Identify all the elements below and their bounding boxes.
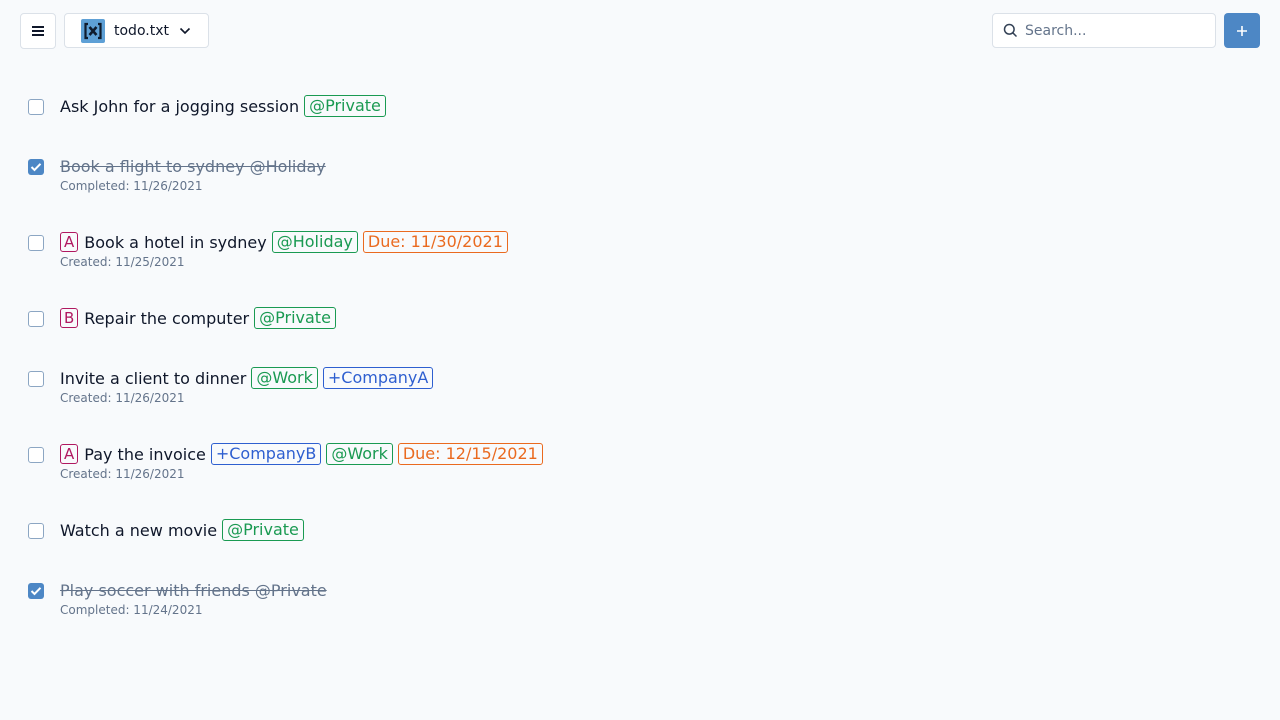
- search-icon: [1003, 23, 1018, 38]
- project-tag[interactable]: +CompanyB: [210, 443, 322, 465]
- priority-badge[interactable]: B: [60, 308, 79, 328]
- task-line: Invite a client to dinner @Work +Company…: [60, 367, 434, 389]
- task-checkbox[interactable]: [28, 371, 44, 387]
- task-text: Invite a client to dinner: [60, 368, 247, 388]
- task-line: Book a flight to sydney @Holiday: [60, 155, 326, 177]
- task-checkbox[interactable]: [28, 583, 44, 599]
- task-line: Watch a new movie @Private: [60, 519, 304, 541]
- task-text: Ask John for a jogging session: [60, 96, 300, 116]
- created-date: Created: 11/25/2021: [60, 255, 185, 269]
- chevron-down-icon: [179, 27, 191, 35]
- task-line: Play soccer with friends @Private: [60, 579, 327, 601]
- context-tag[interactable]: @Work: [251, 367, 318, 389]
- file-selector-button[interactable]: todo.txt: [64, 13, 209, 48]
- task-text: Watch a new movie: [60, 520, 218, 540]
- menu-button[interactable]: [20, 13, 56, 49]
- checkmark-icon: [30, 163, 42, 172]
- task-text: Play soccer with friends @Private: [60, 580, 327, 600]
- search-input[interactable]: [1025, 22, 1205, 39]
- context-tag[interactable]: @Holiday: [271, 231, 358, 253]
- due-date-tag: Due: 11/30/2021: [362, 231, 508, 253]
- priority-badge[interactable]: A: [60, 444, 79, 464]
- task-checkbox[interactable]: [28, 523, 44, 539]
- due-date-tag: Due: 12/15/2021: [397, 443, 543, 465]
- context-tag[interactable]: @Private: [254, 307, 336, 329]
- task-checkbox[interactable]: [28, 235, 44, 251]
- task-text: Book a hotel in sydney: [84, 232, 267, 252]
- context-tag[interactable]: @Work: [326, 443, 393, 465]
- task-line: Ask John for a jogging session @Private: [60, 95, 386, 117]
- plus-icon: [1237, 25, 1247, 36]
- checkmark-icon: [30, 587, 42, 596]
- hamburger-menu-icon: [32, 26, 44, 36]
- task-line: B Repair the computer @Private: [60, 307, 336, 329]
- task-line: A Book a hotel in sydney @Holiday Due: 1…: [60, 231, 508, 253]
- context-tag[interactable]: @Private: [304, 95, 386, 117]
- completed-date: Completed: 11/24/2021: [60, 603, 203, 617]
- task-text: Book a flight to sydney @Holiday: [60, 156, 326, 176]
- task-checkbox[interactable]: [28, 159, 44, 175]
- add-task-button[interactable]: [1224, 13, 1260, 48]
- task-checkbox[interactable]: [28, 447, 44, 463]
- task-text: Pay the invoice: [84, 444, 206, 464]
- task-checkbox[interactable]: [28, 311, 44, 327]
- search-box[interactable]: [992, 13, 1216, 48]
- project-tag[interactable]: +CompanyA: [322, 367, 434, 389]
- completed-date: Completed: 11/26/2021: [60, 179, 203, 193]
- file-name-label: todo.txt: [114, 22, 169, 39]
- task-checkbox[interactable]: [28, 99, 44, 115]
- context-tag[interactable]: @Private: [222, 519, 304, 541]
- created-date: Created: 11/26/2021: [60, 391, 185, 405]
- todotxt-logo-icon: [81, 18, 105, 43]
- task-line: A Pay the invoice +CompanyB @Work Due: 1…: [60, 443, 543, 465]
- task-text: Repair the computer: [84, 308, 250, 328]
- created-date: Created: 11/26/2021: [60, 467, 185, 481]
- priority-badge[interactable]: A: [60, 232, 79, 252]
